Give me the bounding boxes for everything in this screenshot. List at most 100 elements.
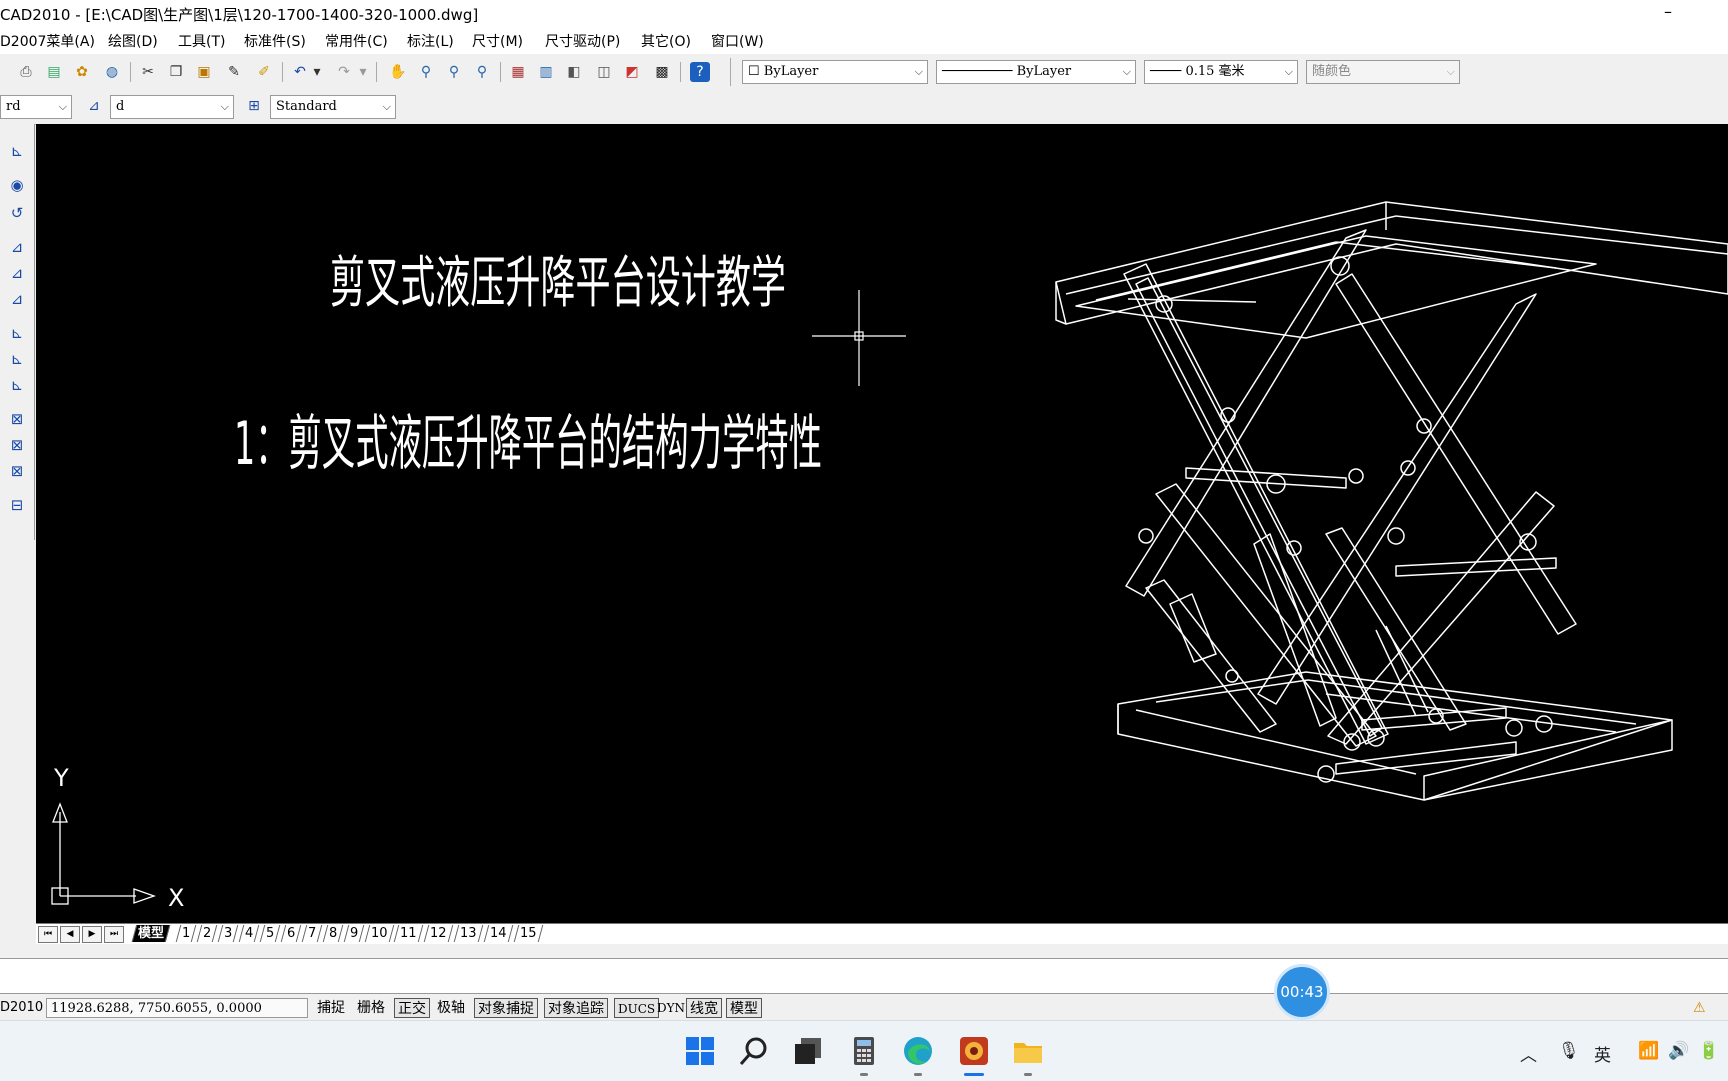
polar-toggle[interactable]: 极轴 bbox=[434, 998, 468, 1018]
ucs-x-rotate-icon[interactable]: ⊠ bbox=[6, 408, 28, 430]
calculator-tool-icon[interactable]: ▩ bbox=[652, 62, 672, 82]
publish-icon[interactable]: ✿ bbox=[72, 62, 92, 82]
dimension-style-select[interactable]: d ⌵ bbox=[110, 95, 234, 119]
cad-app-icon[interactable] bbox=[958, 1035, 990, 1067]
paste-icon[interactable]: ▣ bbox=[194, 62, 214, 82]
menu-item-common-parts[interactable]: 常用件(C) bbox=[325, 31, 388, 51]
tab-layout-6[interactable]: 6 bbox=[280, 925, 302, 942]
pan-realtime-icon[interactable]: ✋ bbox=[388, 62, 408, 82]
undo-dropdown-icon[interactable]: ▾ bbox=[312, 62, 322, 82]
menu-item-annotate[interactable]: 标注(L) bbox=[407, 31, 454, 51]
volume-icon[interactable]: 🔊 bbox=[1668, 1041, 1689, 1061]
linetype-select[interactable]: ───────── ByLayer ⌵ bbox=[936, 60, 1136, 84]
ucs-icon[interactable]: ⊾ bbox=[6, 140, 28, 162]
ucs-z-rotate-icon[interactable]: ⊠ bbox=[6, 460, 28, 482]
markup-icon[interactable]: ◩ bbox=[622, 62, 642, 82]
ucs-world-icon[interactable]: ◉ bbox=[6, 174, 28, 196]
tab-layout-5[interactable]: 5 bbox=[259, 925, 281, 942]
menu-item-dimension[interactable]: 尺寸(M) bbox=[472, 31, 523, 51]
menu-item-draw[interactable]: 绘图(D) bbox=[108, 31, 158, 51]
battery-icon[interactable]: 🔋 bbox=[1698, 1041, 1719, 1061]
lineweight-toggle[interactable]: 线宽 bbox=[686, 998, 722, 1018]
recording-timer[interactable]: 00:43 bbox=[1274, 964, 1330, 1020]
ucs-previous-icon[interactable]: ↺ bbox=[6, 202, 28, 224]
prev-tab-icon[interactable]: ◀ bbox=[60, 926, 80, 943]
menu-item-dim-driven[interactable]: 尺寸驱动(P) bbox=[545, 31, 620, 51]
web-publish-icon[interactable]: ◍ bbox=[102, 62, 122, 82]
tab-layout-11[interactable]: 11 bbox=[393, 925, 423, 942]
tab-layout-10[interactable]: 10 bbox=[364, 925, 394, 942]
sheet-set-icon[interactable]: ◫ bbox=[594, 62, 614, 82]
tab-layout-3[interactable]: 3 bbox=[217, 925, 239, 942]
ucs-y-rotate-icon[interactable]: ⊠ bbox=[6, 434, 28, 456]
tool-palettes-icon[interactable]: ◧ bbox=[564, 62, 584, 82]
grid-toggle[interactable]: 栅格 bbox=[354, 998, 388, 1018]
tab-layout-9[interactable]: 9 bbox=[343, 925, 365, 942]
dimension-style-icon[interactable]: ⊿ bbox=[84, 96, 104, 116]
task-view-icon[interactable] bbox=[792, 1035, 824, 1067]
drawing-canvas[interactable]: 剪叉式液压升降平台设计教学 1：剪叉式液压升降平台的结构力学特性 Y X bbox=[36, 124, 1728, 924]
copy-icon[interactable]: ❐ bbox=[166, 62, 186, 82]
model-toggle[interactable]: 模型 bbox=[726, 998, 762, 1018]
otrack-toggle[interactable]: 对象追踪 bbox=[544, 998, 608, 1018]
help-icon[interactable]: ? bbox=[690, 62, 710, 82]
table-style-select[interactable]: Standard ⌵ bbox=[270, 95, 396, 119]
last-tab-icon[interactable]: ⏭ bbox=[104, 926, 124, 943]
ortho-toggle[interactable]: 正交 bbox=[394, 998, 430, 1018]
properties-icon[interactable]: ▦ bbox=[508, 62, 528, 82]
undo-icon[interactable]: ↶ bbox=[290, 62, 310, 82]
first-tab-icon[interactable]: ⏮ bbox=[38, 926, 58, 943]
tab-layout-12[interactable]: 12 bbox=[423, 925, 453, 942]
ucs-zaxis-icon[interactable]: ⊾ bbox=[6, 348, 28, 370]
block-editor-icon[interactable]: ✐ bbox=[254, 62, 274, 82]
warning-icon[interactable]: ⚠ bbox=[1690, 998, 1709, 1018]
tab-layout-1[interactable]: 1 bbox=[175, 925, 197, 942]
tab-layout-15[interactable]: 15 bbox=[513, 925, 543, 942]
tab-layout-2[interactable]: 2 bbox=[196, 925, 218, 942]
redo-dropdown-icon[interactable]: ▾ bbox=[358, 62, 368, 82]
ime-indicator[interactable]: 英 bbox=[1594, 1041, 1611, 1066]
minimize-button[interactable]: – bbox=[1664, 2, 1672, 21]
ucs-object-icon[interactable]: ⊿ bbox=[6, 262, 28, 284]
ucs-view-icon[interactable]: ⊿ bbox=[6, 288, 28, 310]
zoom-previous-icon[interactable]: ⚲ bbox=[472, 62, 492, 82]
lineweight-select[interactable]: ──── 0.15 毫米 ⌵ bbox=[1144, 60, 1298, 84]
tab-model[interactable]: 模型 bbox=[131, 925, 171, 942]
start-icon[interactable] bbox=[684, 1035, 716, 1067]
next-tab-icon[interactable]: ▶ bbox=[82, 926, 102, 943]
tab-layout-8[interactable]: 8 bbox=[322, 925, 344, 942]
zoom-realtime-icon[interactable]: ⚲ bbox=[416, 62, 436, 82]
search-icon[interactable] bbox=[738, 1035, 770, 1067]
design-center-icon[interactable]: ▥ bbox=[536, 62, 556, 82]
dyn-toggle[interactable]: DYN bbox=[654, 998, 688, 1018]
menu-item-2007[interactable]: D2007菜单(A) bbox=[0, 31, 95, 51]
zoom-window-icon[interactable]: ⚲ bbox=[444, 62, 464, 82]
chevron-up-icon[interactable]: ︿ bbox=[1520, 1041, 1537, 1066]
cut-icon[interactable]: ✂ bbox=[138, 62, 158, 82]
menu-item-other[interactable]: 其它(O) bbox=[641, 31, 691, 51]
snap-toggle[interactable]: 捕捉 bbox=[314, 998, 348, 1018]
ucs-face-icon[interactable]: ⊿ bbox=[6, 236, 28, 258]
file-explorer-icon[interactable] bbox=[1012, 1035, 1044, 1067]
tab-layout-7[interactable]: 7 bbox=[301, 925, 323, 942]
tab-layout-4[interactable]: 4 bbox=[238, 925, 260, 942]
print-icon[interactable]: ⎙ bbox=[16, 62, 36, 82]
menu-item-standard-parts[interactable]: 标准件(S) bbox=[244, 31, 306, 51]
ducs-toggle[interactable]: DUCS bbox=[614, 998, 660, 1018]
menu-item-tools[interactable]: 工具(T) bbox=[178, 31, 225, 51]
tab-layout-13[interactable]: 13 bbox=[453, 925, 483, 942]
ucs-3point-icon[interactable]: ⊾ bbox=[6, 374, 28, 396]
edge-icon[interactable] bbox=[902, 1035, 934, 1067]
ucs-origin-icon[interactable]: ⊾ bbox=[6, 322, 28, 344]
plot-preview-icon[interactable]: ▤ bbox=[44, 62, 64, 82]
ucs-apply-icon[interactable]: ⊟ bbox=[6, 494, 28, 516]
osnap-toggle[interactable]: 对象捕捉 bbox=[474, 998, 538, 1018]
text-style-select[interactable]: rd ⌵ bbox=[0, 95, 72, 119]
plot-color-select[interactable]: 随颜色 ⌵ bbox=[1306, 60, 1460, 84]
wifi-icon[interactable]: 📶 bbox=[1638, 1041, 1659, 1061]
layer-color-select[interactable]: ☐ ByLayer ⌵ bbox=[742, 60, 928, 84]
menu-item-window[interactable]: 窗口(W) bbox=[711, 31, 764, 51]
tab-layout-14[interactable]: 14 bbox=[483, 925, 513, 942]
table-style-icon[interactable]: ⊞ bbox=[244, 96, 264, 116]
match-properties-icon[interactable]: ✎ bbox=[224, 62, 244, 82]
